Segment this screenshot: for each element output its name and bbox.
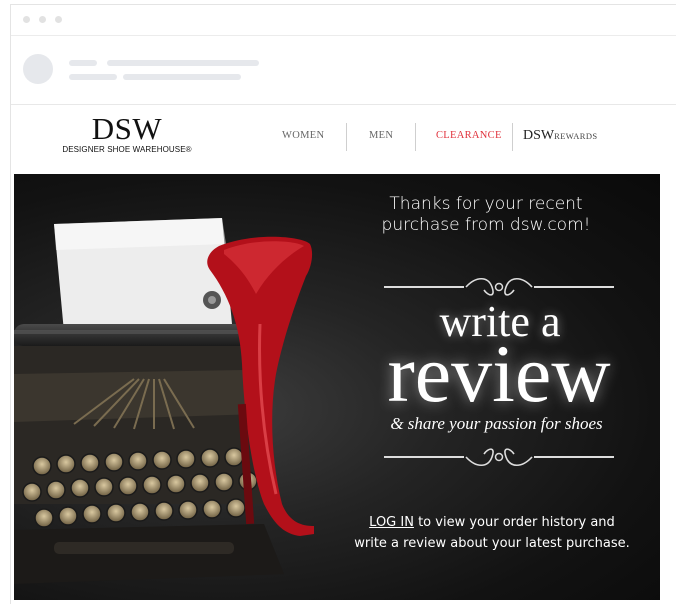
logo-subtitle: DESIGNER SHOE WAREHOUSE® bbox=[62, 145, 192, 154]
login-link[interactable]: LOG IN bbox=[369, 515, 414, 530]
email-sender-header bbox=[11, 36, 676, 105]
rewards-dsw-text: DSW bbox=[523, 128, 555, 143]
hero-banner[interactable]: Thanks for your recent purchase from dsw… bbox=[14, 174, 660, 600]
login-message: LOG IN to view your order history and wr… bbox=[332, 512, 652, 554]
window-dot-icon[interactable] bbox=[55, 16, 62, 23]
ornament-divider-icon bbox=[384, 448, 614, 467]
nav-divider bbox=[415, 123, 416, 151]
window-titlebar bbox=[11, 5, 676, 36]
headline-review: review bbox=[387, 328, 611, 419]
sender-placeholder bbox=[107, 60, 259, 66]
rewards-label: REWARDS bbox=[554, 131, 598, 141]
nav-clearance-link[interactable]: CLEARANCE bbox=[436, 130, 502, 141]
nav-rewards-link[interactable]: DSWREWARDS bbox=[523, 126, 598, 144]
nav-men-link[interactable]: MEN bbox=[369, 130, 393, 141]
avatar-icon bbox=[23, 54, 53, 84]
nav-divider bbox=[512, 123, 513, 151]
subject-placeholder bbox=[69, 74, 117, 80]
logo-main: DSW bbox=[91, 111, 163, 146]
sender-placeholder bbox=[69, 60, 97, 66]
window-dot-icon[interactable] bbox=[39, 16, 46, 23]
window-dot-icon[interactable] bbox=[23, 16, 30, 23]
subject-placeholder bbox=[123, 74, 241, 80]
login-line-1: LOG IN to view your order history and bbox=[332, 512, 652, 533]
email-nav-bar: DSW DESIGNER SHOE WAREHOUSE® WOMEN MEN C… bbox=[0, 104, 666, 174]
nav-women-link[interactable]: WOMEN bbox=[282, 130, 324, 141]
hero-tagline: & share your passion for shoes bbox=[390, 414, 603, 433]
login-line-2: write a review about your latest purchas… bbox=[354, 536, 630, 551]
login-line-1-rest: to view your order history and bbox=[413, 515, 615, 530]
typewriter-illustration bbox=[14, 218, 314, 584]
thanks-line-1: Thanks for your recent bbox=[389, 194, 583, 214]
dsw-logo[interactable]: DSW DESIGNER SHOE WAREHOUSE® bbox=[52, 111, 202, 154]
thanks-line-2: purchase from dsw.com! bbox=[381, 215, 591, 235]
nav-divider bbox=[346, 123, 347, 151]
thanks-message: Thanks for your recent purchase from dsw… bbox=[366, 194, 606, 236]
